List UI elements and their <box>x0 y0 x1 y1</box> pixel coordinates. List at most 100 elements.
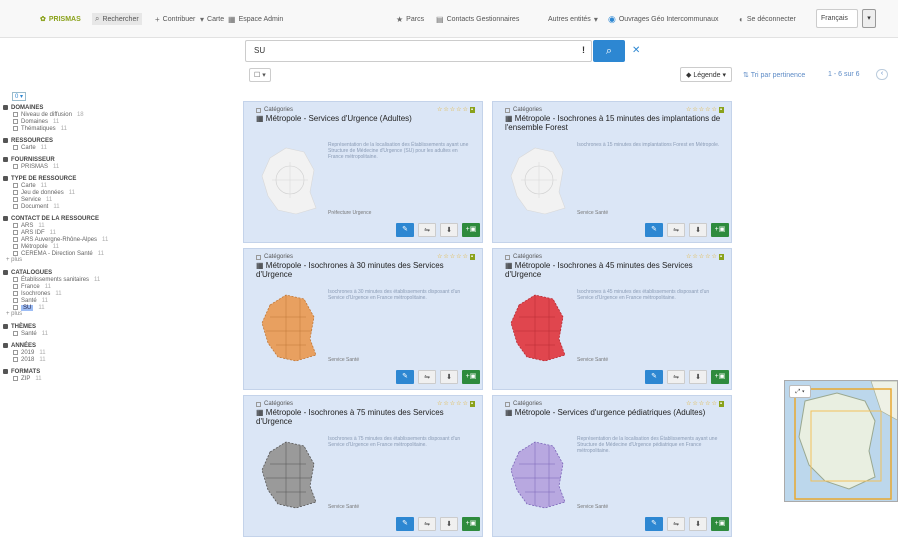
facet-item[interactable]: ZIP 11 <box>0 375 236 382</box>
facet-checkbox[interactable] <box>13 112 18 117</box>
add-to-map-button[interactable]: +▣ <box>462 370 480 384</box>
card-title[interactable]: ▦ Métropole - Isochrones à 15 minutes de… <box>505 114 725 132</box>
app-logo[interactable]: ✿ PRISMAS <box>40 13 81 25</box>
pager-chevron-icon[interactable]: ‹ <box>876 69 888 80</box>
edit-button[interactable]: ✎ <box>645 517 663 531</box>
card-category[interactable]: Catégories <box>256 107 293 113</box>
facet-checkbox[interactable] <box>13 223 18 228</box>
facet-item[interactable]: France 11 <box>0 283 236 290</box>
card-select-checkbox[interactable] <box>505 107 510 113</box>
facet-checkbox[interactable] <box>13 284 18 289</box>
facet-item[interactable]: 2019 11 <box>0 349 236 356</box>
share-button[interactable]: ⇋ <box>418 517 436 531</box>
language-dropdown-button[interactable]: ▾ <box>862 9 876 28</box>
facet-item[interactable]: Niveau de diffusion 18 <box>0 111 236 118</box>
facet-item[interactable]: Santé 11 <box>0 330 236 337</box>
share-button[interactable]: ⇋ <box>667 517 685 531</box>
facet-item[interactable]: Service 11 <box>0 196 236 203</box>
search-button[interactable]: ⌕ <box>593 40 625 62</box>
facet-header[interactable]: DOMAINES <box>0 104 236 111</box>
facet-header[interactable]: FOURNISSEUR <box>0 156 236 163</box>
facet-checkbox[interactable] <box>13 183 18 188</box>
edit-button[interactable]: ✎ <box>396 370 414 384</box>
select-all-dropdown[interactable]: ☐ ▾ <box>249 68 271 82</box>
facet-header[interactable]: CONTACT DE LA RESSOURCE <box>0 215 236 222</box>
facet-header[interactable]: RESSOURCES <box>0 137 236 144</box>
facet-item[interactable]: Métropole 11 <box>0 243 236 250</box>
facet-checkbox[interactable] <box>13 164 18 169</box>
card-select-checkbox[interactable] <box>256 107 261 113</box>
nav-logout[interactable]: ◐ Se déconnecter <box>739 13 796 25</box>
download-button[interactable]: ⬇ <box>440 370 458 384</box>
facet-item[interactable]: ARS Auvergne-Rhône-Alpes 11 <box>0 236 236 243</box>
download-button[interactable]: ⬇ <box>689 223 707 237</box>
facet-item[interactable]: SU 11 <box>0 304 236 311</box>
facet-item[interactable]: Carte 11 <box>0 144 236 151</box>
nav-admin[interactable]: ▦ Espace Admin <box>228 13 283 25</box>
facet-item[interactable]: PRISMAS 11 <box>0 163 236 170</box>
facet-checkbox[interactable] <box>13 331 18 336</box>
card-category[interactable]: Catégories <box>505 401 542 407</box>
edit-button[interactable]: ✎ <box>645 223 663 237</box>
facet-more-link[interactable]: + plus <box>0 257 236 264</box>
facet-item[interactable]: Document 11 <box>0 203 236 210</box>
share-button[interactable]: ⇋ <box>418 370 436 384</box>
facet-checkbox[interactable] <box>13 376 18 381</box>
card-category[interactable]: Catégories <box>256 401 293 407</box>
mini-map[interactable] <box>784 380 898 502</box>
nav-ouvrages[interactable]: ◉ Ouvrages Géo Intercommunaux <box>608 13 718 25</box>
facet-item[interactable]: 2018 11 <box>0 356 236 363</box>
download-button[interactable]: ⬇ <box>440 223 458 237</box>
add-to-map-button[interactable]: +▣ <box>462 223 480 237</box>
add-to-map-button[interactable]: +▣ <box>711 517 729 531</box>
card-category[interactable]: Catégories <box>256 254 293 260</box>
facet-checkbox[interactable] <box>13 244 18 249</box>
add-to-map-button[interactable]: +▣ <box>711 370 729 384</box>
minimap-zoom-control[interactable]: ⤢ ▾ <box>789 385 811 398</box>
card-category[interactable]: Catégories <box>505 254 542 260</box>
facet-toggle[interactable]: 0 ▾ <box>12 92 27 101</box>
share-button[interactable]: ⇋ <box>667 223 685 237</box>
result-card[interactable]: Catégories ☆☆☆☆☆ ▪ ▦ Métropole - Isochrones… <box>243 395 483 537</box>
nav-contribute[interactable]: + Contribuer <box>155 13 195 25</box>
card-title[interactable]: ▦ Métropole - Isochrones à 75 minutes de… <box>256 408 476 426</box>
sort-dropdown[interactable]: ⇅ Tri par pertinence <box>743 71 805 79</box>
card-title[interactable]: ▦ Métropole - Isochrones à 45 minutes de… <box>505 261 725 279</box>
result-card[interactable]: Catégories ☆☆☆☆☆ ▪ ▦ Métropole - Services d… <box>243 101 483 243</box>
facet-item[interactable]: Domaines 11 <box>0 118 236 125</box>
facet-checkbox[interactable] <box>13 291 18 296</box>
nav-other-entities[interactable]: Autres entités ▾ <box>548 13 598 25</box>
result-card[interactable]: Catégories ☆☆☆☆☆ ▪ ▦ Métropole - Isochrones… <box>492 101 732 243</box>
card-title[interactable]: ▦ Métropole - Services d'urgence pédiatr… <box>505 408 725 417</box>
card-select-checkbox[interactable] <box>505 401 510 407</box>
result-card[interactable]: Catégories ☆☆☆☆☆ ▪ ▦ Métropole - Isochrones… <box>243 248 483 390</box>
share-button[interactable]: ⇋ <box>418 223 436 237</box>
edit-button[interactable]: ✎ <box>396 517 414 531</box>
add-to-map-button[interactable]: +▣ <box>462 517 480 531</box>
download-button[interactable]: ⬇ <box>440 517 458 531</box>
card-title[interactable]: ▦ Métropole - Isochrones à 30 minutes de… <box>256 261 476 279</box>
facet-item[interactable]: ARS 11 <box>0 222 236 229</box>
add-to-map-button[interactable]: +▣ <box>711 223 729 237</box>
facet-checkbox[interactable] <box>13 305 18 310</box>
facet-checkbox[interactable] <box>13 190 18 195</box>
facet-checkbox[interactable] <box>13 126 18 131</box>
facet-checkbox[interactable] <box>13 197 18 202</box>
facet-header[interactable]: TYPE DE RESSOURCE <box>0 175 236 182</box>
card-select-checkbox[interactable] <box>256 401 261 407</box>
nav-map[interactable]: ▾ Carte <box>200 13 224 25</box>
facet-checkbox[interactable] <box>13 145 18 150</box>
facet-checkbox[interactable] <box>13 237 18 242</box>
nav-parcs[interactable]: ★ Parcs <box>396 13 424 25</box>
facet-checkbox[interactable] <box>13 350 18 355</box>
facet-checkbox[interactable] <box>13 230 18 235</box>
facet-header[interactable]: CATALOGUES <box>0 269 236 276</box>
facet-more-link[interactable]: + plus <box>0 311 236 318</box>
facet-header[interactable]: FORMATS <box>0 368 236 375</box>
edit-button[interactable]: ✎ <box>645 370 663 384</box>
nav-contacts[interactable]: ▤ Contacts Gestionnaires <box>436 13 519 25</box>
facet-item[interactable]: Carte 11 <box>0 182 236 189</box>
result-card[interactable]: Catégories ☆☆☆☆☆ ▪ ▦ Métropole - Isochrones… <box>492 248 732 390</box>
facet-header[interactable]: ANNÉES <box>0 342 236 349</box>
facet-checkbox[interactable] <box>13 298 18 303</box>
